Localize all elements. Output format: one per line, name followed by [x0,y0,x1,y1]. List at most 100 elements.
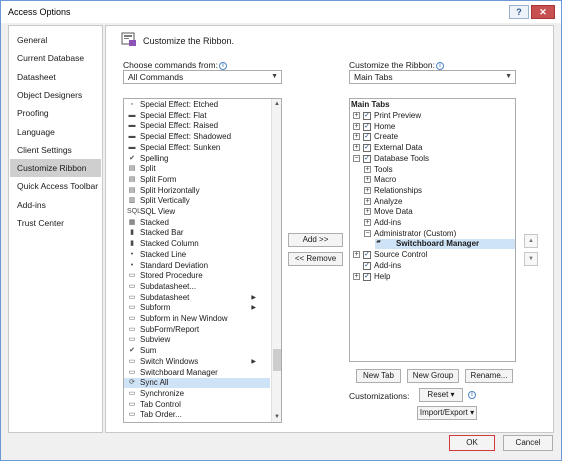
expand-icon[interactable]: + [353,122,360,130]
command-list-item[interactable]: ▭ Tab Order... [124,410,270,420]
command-list-item[interactable]: ▭ Tab Control [124,400,270,410]
tree-item-switchboard-manager[interactable]: ▰ Switchboard Manager [375,239,515,250]
checkbox[interactable]: ✓ [363,122,371,131]
nav-item-quick-access-toolbar[interactable]: Quick Access Toolbar [10,177,101,195]
command-list-item[interactable]: ▭ Subdatasheet... [124,282,270,292]
import-export-button[interactable]: Import/Export ▾ [417,406,477,420]
command-list-item[interactable]: ▬ Special Effect: Raised [124,121,270,131]
command-label: Tab Order... [140,410,182,420]
tree-item-administrator-custom-[interactable]: − Administrator (Custom) [364,229,515,239]
ribbon-tabs-tree[interactable]: Main Tabs + ✓ Print Preview + ✓ Home + ✓ Create +… [349,98,516,362]
command-list-item[interactable]: ▭ Switchboard Manager [124,368,270,378]
checkbox[interactable]: ✓ [363,272,371,281]
command-list-item[interactable]: • Standard Deviation [124,261,270,271]
tree-item-print-preview[interactable]: + ✓ Print Preview [353,111,515,121]
command-list-item[interactable]: ▦ Stacked [124,218,270,228]
command-list-item[interactable]: ▭ Subdatasheet ▶ [124,293,270,303]
move-down-button[interactable]: ▼ [524,252,538,266]
tree-item-add-ins[interactable]: ✓ Add-ins [353,261,515,271]
command-list-item[interactable]: ▬ Special Effect: Sunken [124,143,270,153]
nav-item-trust-center[interactable]: Trust Center [10,214,101,232]
command-list-item[interactable]: ▭ Subform ▶ [124,303,270,313]
command-list-item[interactable]: ⟳ Sync All [124,378,270,389]
command-list-item[interactable]: SQL SQL View [124,207,270,217]
expand-icon[interactable]: + [353,272,360,280]
tree-item-database-tools[interactable]: − ✓ Database Tools [353,154,515,164]
command-list-item[interactable]: ▭ SubForm/Report [124,325,270,335]
command-list-item[interactable]: ▤ Split Form [124,175,270,185]
command-list-item[interactable]: ▬ Special Effect: Flat [124,111,270,121]
checkbox[interactable]: ✓ [363,112,371,120]
nav-item-language[interactable]: Language [10,123,101,141]
command-icon: ▭ [128,389,136,397]
expand-icon[interactable]: + [364,197,371,205]
help-button[interactable]: ? [509,5,529,19]
command-list-item[interactable]: • Stacked Line [124,250,270,260]
nav-item-datasheet[interactable]: Datasheet [10,68,101,86]
new-group-button[interactable]: New Group [407,369,459,383]
rename-button[interactable]: Rename... [465,369,513,383]
tree-item-move-data[interactable]: + Move Data [364,207,515,217]
command-list-item[interactable]: ✔ Sum [124,346,270,356]
commands-scrollbar[interactable]: ▲ ▼ [271,99,281,422]
choose-commands-select[interactable]: All Commands ▼ [123,70,282,84]
expand-icon[interactable]: + [364,186,371,194]
checkbox[interactable]: ✓ [363,154,371,163]
command-list-item[interactable]: ▭ Stored Procedure [124,271,270,281]
expand-icon[interactable]: + [364,208,371,216]
tree-item-add-ins[interactable]: + Add-ins [364,218,515,228]
tree-item-source-control[interactable]: + ✓ Source Control [353,250,515,260]
tree-item-analyze[interactable]: + Analyze [364,197,515,207]
command-list-item[interactable]: ▥ Split Vertically [124,196,270,206]
command-list-item[interactable]: ▤ Split [124,164,270,174]
checkbox[interactable]: ✓ [363,251,371,260]
move-up-button[interactable]: ▲ [524,234,538,248]
checkbox[interactable]: ✓ [363,261,371,270]
command-list-item[interactable]: ▬ Special Effect: Shadowed [124,132,270,142]
nav-item-proofing[interactable]: Proofing [10,104,101,122]
command-list-item[interactable]: ▫ Special Effect: Etched [124,100,270,110]
tree-item-create[interactable]: + ✓ Create [353,132,515,142]
checkbox[interactable]: ✓ [363,133,371,142]
command-list-item[interactable]: ▭ Subform in New Window [124,314,270,324]
customize-ribbon-select[interactable]: Main Tabs ▼ [349,70,516,84]
tree-item-home[interactable]: + ✓ Home [353,122,515,132]
command-list-item[interactable]: ✔ Spelling [124,154,270,164]
nav-item-add-ins[interactable]: Add-ins [10,196,101,214]
reset-button[interactable]: Reset ▾ [419,388,463,402]
commands-list[interactable]: ▫ Special Effect: Etched ▬ Special Effect: … [123,98,282,423]
checkbox[interactable]: ✓ [363,144,371,153]
expand-icon[interactable]: + [353,133,360,141]
remove-button[interactable]: << Remove [288,252,343,266]
ok-button[interactable]: OK [449,435,495,451]
command-list-item[interactable]: ▭ Subview [124,335,270,345]
expand-icon[interactable]: + [353,112,360,119]
expand-icon[interactable]: + [364,219,371,226]
command-list-item[interactable]: ▮ Stacked Bar [124,228,270,238]
tree-item-external-data[interactable]: + ✓ External Data [353,143,515,153]
expand-icon[interactable]: + [364,165,371,173]
tree-item-help[interactable]: + ✓ Help [353,272,515,282]
collapse-icon[interactable]: − [364,229,371,237]
tree-item-relationships[interactable]: + Relationships [364,186,515,196]
command-list-item[interactable]: ▤ Split Horizontally [124,186,270,196]
nav-item-customize-ribbon[interactable]: Customize Ribbon [10,159,101,178]
close-button[interactable]: ✕ [531,5,555,19]
cancel-button[interactable]: Cancel [503,435,553,451]
expand-icon[interactable]: + [364,176,371,184]
command-icon: ⟳ [129,379,135,387]
expand-icon[interactable]: + [353,144,360,152]
add-button[interactable]: Add >> [288,233,343,247]
collapse-icon[interactable]: − [353,154,360,162]
tree-item-tools[interactable]: + Tools [364,165,515,175]
expand-icon[interactable]: + [353,251,360,259]
command-list-item[interactable]: ▭ Switch Windows ▶ [124,357,270,367]
tree-item-macro[interactable]: + Macro [364,175,515,185]
nav-item-general[interactable]: General [10,31,101,49]
command-list-item[interactable]: ▭ Synchronize [124,389,270,399]
nav-item-object-designers[interactable]: Object Designers [10,86,101,104]
command-list-item[interactable]: ▮ Stacked Column [124,239,270,249]
nav-item-client-settings[interactable]: Client Settings [10,141,101,159]
nav-item-current-database[interactable]: Current Database [10,49,101,67]
new-tab-button[interactable]: New Tab [356,369,401,383]
